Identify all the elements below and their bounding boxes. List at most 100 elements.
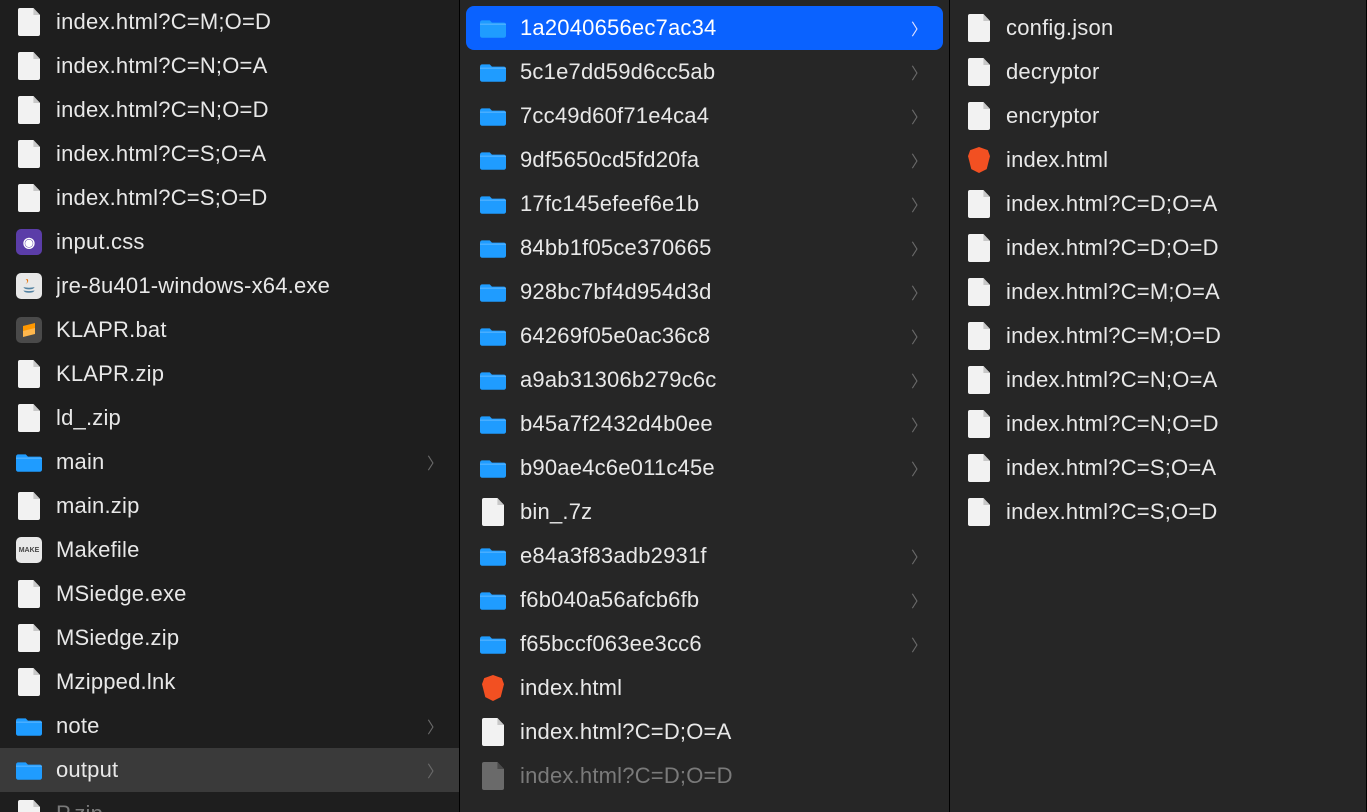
item-label: Mzipped.lnk	[56, 669, 445, 695]
file-item[interactable]: index.html?C=S;O=A	[952, 446, 1364, 490]
item-label: ld_.zip	[56, 405, 445, 431]
file-item[interactable]: MSiedge.zip	[0, 616, 459, 660]
file-item[interactable]: index.html?C=D;O=A	[952, 182, 1364, 226]
folder-icon	[480, 323, 506, 349]
file-icon	[966, 455, 992, 481]
folder-item[interactable]: 64269f05e0ac36c8〉	[466, 314, 943, 358]
file-item[interactable]: index.html?C=S;O=D	[0, 176, 459, 220]
folder-icon	[480, 279, 506, 305]
item-label: config.json	[1006, 15, 1350, 41]
finder-columns: index.html?C=M;O=Dindex.html?C=N;O=Ainde…	[0, 0, 1367, 812]
file-item[interactable]: index.html?C=M;O=D	[952, 314, 1364, 358]
folder-icon	[480, 147, 506, 173]
item-label: bin_.7z	[520, 499, 929, 525]
file-item[interactable]: KLAPR.bat	[0, 308, 459, 352]
file-item[interactable]: ◉input.css	[0, 220, 459, 264]
file-item[interactable]: ld_.zip	[0, 396, 459, 440]
file-item[interactable]: index.html?C=D;O=D	[466, 754, 943, 798]
item-label: 1a2040656ec7ac34	[520, 15, 897, 41]
brave-html-icon	[480, 675, 506, 701]
item-label: index.html?C=S;O=D	[56, 185, 445, 211]
file-icon	[16, 141, 42, 167]
item-label: index.html?C=D;O=A	[520, 719, 929, 745]
folder-item[interactable]: 84bb1f05ce370665〉	[466, 226, 943, 270]
file-item[interactable]: index.html	[952, 138, 1364, 182]
file-item[interactable]: MAKEMakefile	[0, 528, 459, 572]
item-label: KLAPR.bat	[56, 317, 445, 343]
file-icon	[16, 669, 42, 695]
folder-item[interactable]: note〉	[0, 704, 459, 748]
file-item[interactable]: jre-8u401-windows-x64.exe	[0, 264, 459, 308]
chevron-right-icon: 〉	[427, 450, 443, 474]
folder-item[interactable]: f65bccf063ee3cc6〉	[466, 622, 943, 666]
file-item[interactable]: index.html?C=N;O=A	[0, 44, 459, 88]
folder-item[interactable]: 9df5650cd5fd20fa〉	[466, 138, 943, 182]
item-label: output	[56, 757, 413, 783]
file-item[interactable]: index.html?C=M;O=D	[0, 0, 459, 44]
item-label: index.html?C=D;O=D	[1006, 235, 1350, 261]
file-item[interactable]: KLAPR.zip	[0, 352, 459, 396]
item-label: a9ab31306b279c6c	[520, 367, 897, 393]
file-item[interactable]: index.html	[466, 666, 943, 710]
file-item[interactable]: Mzipped.lnk	[0, 660, 459, 704]
folder-item[interactable]: 7cc49d60f71e4ca4〉	[466, 94, 943, 138]
folder-item[interactable]: a9ab31306b279c6c 〉	[466, 358, 943, 402]
folder-item[interactable]: b45a7f2432d4b0ee〉	[466, 402, 943, 446]
file-item[interactable]: config.json	[952, 6, 1364, 50]
item-label: input.css	[56, 229, 445, 255]
folder-item[interactable]: f6b040a56afcb6fb〉	[466, 578, 943, 622]
file-icon	[16, 9, 42, 35]
folder-icon	[16, 757, 42, 783]
chevron-right-icon: 〉	[911, 544, 927, 568]
folder-item[interactable]: 928bc7bf4d954d3d〉	[466, 270, 943, 314]
item-label: KLAPR.zip	[56, 361, 445, 387]
item-label: b90ae4c6e011c45e	[520, 455, 897, 481]
exe-icon	[16, 581, 42, 607]
chevron-right-icon: 〉	[911, 104, 927, 128]
item-label: main.zip	[56, 493, 445, 519]
file-item[interactable]: main.zip	[0, 484, 459, 528]
folder-item[interactable]: 5c1e7dd59d6cc5ab〉	[466, 50, 943, 94]
folder-item[interactable]: main〉	[0, 440, 459, 484]
chevron-right-icon: 〉	[911, 236, 927, 260]
column-2[interactable]: 1a2040656ec7ac34〉5c1e7dd59d6cc5ab〉7cc49d…	[460, 0, 950, 812]
file-item[interactable]: decryptor	[952, 50, 1364, 94]
folder-icon	[16, 449, 42, 475]
chevron-right-icon: 〉	[911, 192, 927, 216]
file-item[interactable]: index.html?C=S;O=D	[952, 490, 1364, 534]
column-3[interactable]: config.jsondecryptorencryptorindex.htmli…	[950, 0, 1367, 812]
folder-item[interactable]: 17fc145efeef6e1b〉	[466, 182, 943, 226]
chevron-right-icon: 〉	[911, 368, 927, 392]
chevron-right-icon: 〉	[911, 456, 927, 480]
file-item[interactable]: bin_.7z	[466, 490, 943, 534]
item-label: MSiedge.zip	[56, 625, 445, 651]
file-item[interactable]: index.html?C=D;O=A	[466, 710, 943, 754]
file-icon	[16, 801, 42, 812]
file-item[interactable]: index.html?C=S;O=A	[0, 132, 459, 176]
folder-icon	[16, 713, 42, 739]
chevron-right-icon: 〉	[911, 148, 927, 172]
folder-icon	[480, 543, 506, 569]
column-1[interactable]: index.html?C=M;O=Dindex.html?C=N;O=Ainde…	[0, 0, 460, 812]
file-item[interactable]: index.html?C=D;O=D	[952, 226, 1364, 270]
file-item[interactable]: index.html?C=M;O=A	[952, 270, 1364, 314]
folder-item[interactable]: 1a2040656ec7ac34〉	[466, 6, 943, 50]
file-item[interactable]: encryptor	[952, 94, 1364, 138]
file-icon	[966, 367, 992, 393]
file-icon	[480, 763, 506, 789]
file-item[interactable]: MSiedge.exe	[0, 572, 459, 616]
bat-file-icon	[16, 317, 42, 343]
folder-item[interactable]: output〉	[0, 748, 459, 792]
folder-item[interactable]: b90ae4c6e011c45e 〉	[466, 446, 943, 490]
folder-item[interactable]: e84a3f83adb2931f〉	[466, 534, 943, 578]
file-item[interactable]: P.zip	[0, 792, 459, 812]
file-item[interactable]: index.html?C=N;O=D	[952, 402, 1364, 446]
file-item[interactable]: index.html?C=N;O=A	[952, 358, 1364, 402]
file-icon	[966, 59, 992, 85]
file-icon	[966, 235, 992, 261]
file-icon	[16, 53, 42, 79]
file-icon	[16, 185, 42, 211]
file-item[interactable]: index.html?C=N;O=D	[0, 88, 459, 132]
file-icon	[480, 719, 506, 745]
folder-icon	[480, 367, 506, 393]
